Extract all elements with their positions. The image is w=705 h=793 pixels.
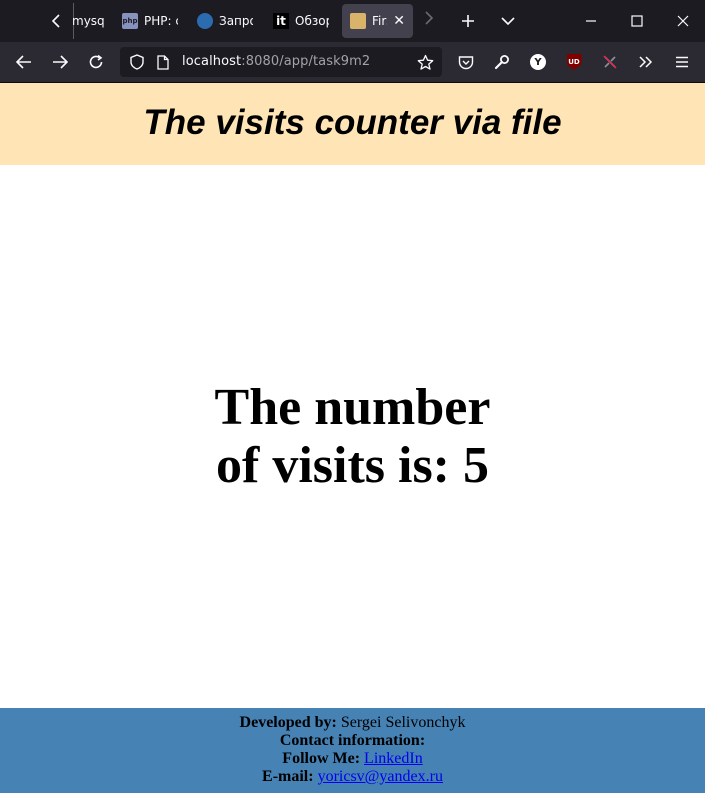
disabled-extension-button[interactable]: [598, 50, 622, 74]
wrench-icon: [494, 55, 509, 70]
maximize-icon: [631, 15, 643, 27]
minimize-button[interactable]: [579, 9, 603, 33]
url-host: localhost: [182, 54, 242, 69]
tab-title: First: [372, 14, 387, 28]
chevron-left-icon: [51, 14, 60, 28]
tab-php[interactable]: php PHP: c: [122, 4, 178, 38]
hamburger-menu-icon: [676, 56, 688, 68]
contact-label: Contact information:: [279, 732, 426, 749]
page-icon: [350, 13, 366, 29]
chevron-down-icon: [501, 17, 515, 26]
pocket-icon: [458, 55, 474, 69]
navigation-toolbar: localhost:8080/app/task9m2 Y UD: [0, 42, 705, 83]
visits-line-1: The number: [214, 378, 491, 436]
minimize-icon: [586, 20, 596, 22]
tab-strip: mysql php PHP: c Запро it Обзор First ✕: [0, 0, 705, 42]
close-window-button[interactable]: [671, 9, 695, 33]
developer-name: Sergei Selivonchyk: [340, 714, 466, 731]
chevron-right-icon[interactable]: [424, 11, 434, 29]
globe-icon: [197, 13, 213, 29]
app-menu-button[interactable]: [670, 50, 694, 74]
developer-line: Developed by: Sergei Selivonchyk: [0, 714, 705, 732]
tab-title: PHP: c: [144, 14, 178, 28]
new-tab-button[interactable]: [456, 9, 480, 33]
forward-button[interactable]: [48, 50, 72, 74]
tab-scroll-left-button[interactable]: [46, 3, 74, 39]
tab-zapros[interactable]: Запро: [197, 4, 253, 38]
yandex-icon: Y: [530, 54, 546, 70]
more-tools-button[interactable]: [634, 50, 658, 74]
url-text[interactable]: localhost:8080/app/task9m2: [182, 54, 370, 69]
tab-title: Обзор: [295, 14, 329, 28]
php-icon: php: [122, 13, 138, 29]
ublock-extension-button[interactable]: UD: [562, 50, 586, 74]
page-info-icon[interactable]: [154, 53, 172, 71]
url-path: :8080/app/task9m2: [241, 54, 371, 69]
pocket-button[interactable]: [454, 50, 478, 74]
linkedin-link[interactable]: LinkedIn: [364, 750, 423, 767]
double-chevron-right-icon: [639, 56, 653, 68]
visits-line-2: of visits is: 5: [216, 436, 489, 494]
plus-icon: [462, 15, 474, 27]
developed-label: Developed by:: [239, 714, 337, 731]
yandex-extension-button[interactable]: Y: [526, 50, 550, 74]
star-icon[interactable]: [416, 53, 434, 71]
url-bar[interactable]: localhost:8080/app/task9m2: [120, 47, 442, 77]
ublock-shield-icon: UD: [566, 54, 582, 70]
arrow-left-icon: [16, 55, 31, 69]
back-button[interactable]: [12, 50, 36, 74]
it-icon: it: [273, 13, 289, 29]
shield-icon[interactable]: [128, 53, 146, 71]
tools-disabled-icon: [603, 55, 617, 69]
main-content: The number of visits is: 5: [0, 165, 705, 708]
page-title: The visits counter via file: [143, 103, 562, 142]
email-link[interactable]: yoricsv@yandex.ru: [318, 768, 443, 785]
follow-label: Follow Me:: [282, 750, 361, 767]
arrow-right-icon: [53, 55, 68, 69]
tab-title: Запро: [219, 14, 253, 28]
tab-first-active[interactable]: First ✕: [342, 4, 413, 38]
close-icon[interactable]: ✕: [393, 13, 405, 29]
close-icon: [677, 15, 689, 27]
developer-tools-button[interactable]: [490, 50, 514, 74]
follow-line: Follow Me: LinkedIn: [0, 750, 705, 768]
page-footer: Developed by: Sergei Selivonchyk Contact…: [0, 708, 705, 793]
email-label: E-mail:: [262, 768, 314, 785]
visits-counter-text: The number of visits is: 5: [203, 379, 503, 495]
contact-line: Contact information:: [0, 732, 705, 750]
tab-obzor[interactable]: it Обзор: [273, 4, 329, 38]
tab-title: mysql: [72, 14, 104, 28]
tab-mysql[interactable]: mysql: [72, 4, 104, 38]
reload-icon: [89, 54, 103, 69]
reload-button[interactable]: [84, 50, 108, 74]
maximize-button[interactable]: [625, 9, 649, 33]
list-all-tabs-button[interactable]: [496, 9, 520, 33]
email-line: E-mail: yoricsv@yandex.ru: [0, 768, 705, 786]
page-header: The visits counter via file: [0, 83, 705, 165]
